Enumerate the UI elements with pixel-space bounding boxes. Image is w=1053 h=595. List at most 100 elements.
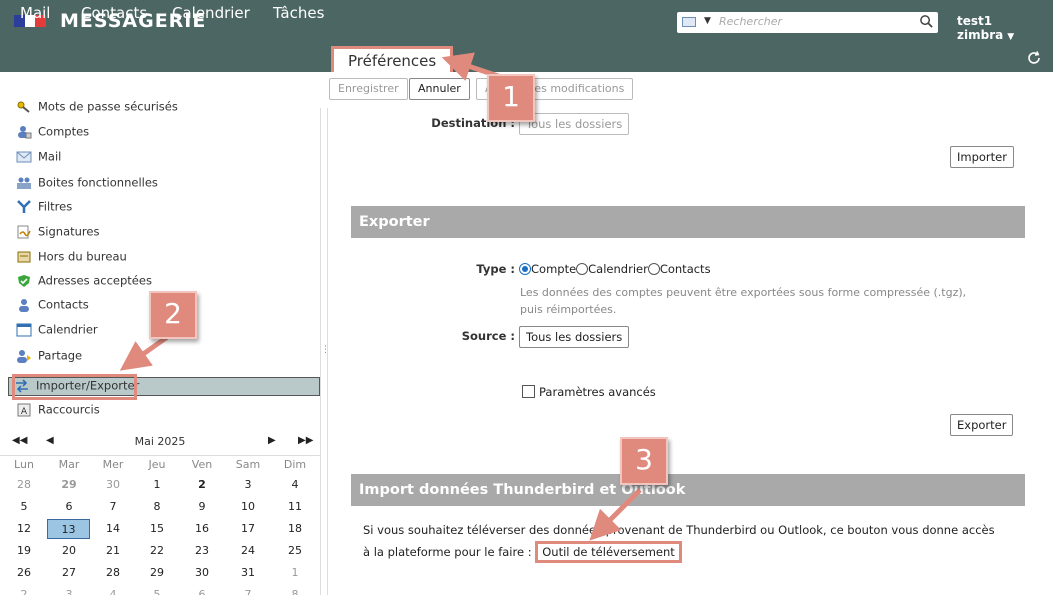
cancel-button[interactable]: Annuler <box>409 78 470 100</box>
pref-item-mail[interactable]: Mail <box>16 149 61 167</box>
tab-contacts[interactable]: Contacts <box>81 4 147 22</box>
advanced-settings-label[interactable]: Paramètres avancés <box>539 385 656 399</box>
calendar-day[interactable]: 13 <box>47 519 90 539</box>
pref-item-raccourcis[interactable]: A Raccourcis <box>16 402 100 420</box>
calendar-day[interactable]: 15 <box>135 519 179 539</box>
destination-folder-button[interactable]: Tous les dossiers <box>519 113 630 135</box>
weekday-header: Mar <box>58 458 80 471</box>
shield-check-icon <box>18 274 30 287</box>
calendar-day[interactable]: 11 <box>273 497 317 517</box>
radio-contacts-label[interactable]: Contacts <box>660 262 711 276</box>
calendar-day[interactable]: 31 <box>226 563 270 583</box>
calendar-day[interactable]: 5 <box>2 497 46 517</box>
tab-calendrier[interactable]: Calendrier <box>172 4 250 22</box>
calendar-day[interactable]: 8 <box>135 497 179 517</box>
import-button[interactable]: Importer <box>950 146 1014 168</box>
calendar-day[interactable]: 6 <box>180 585 224 595</box>
calendar-day[interactable]: 28 <box>2 475 46 495</box>
weekday-header: Lun <box>14 458 34 471</box>
calendar-day[interactable]: 16 <box>180 519 224 539</box>
export-button[interactable]: Exporter <box>950 414 1014 436</box>
search-box[interactable]: ▼ Rechercher <box>677 12 938 33</box>
calendar-day[interactable]: 10 <box>226 497 270 517</box>
user-menu[interactable]: test1 zimbra ▼ <box>957 14 1053 42</box>
pref-item-partage[interactable]: Partage <box>16 348 82 366</box>
pref-item-hors-bureau[interactable]: Hors du bureau <box>16 249 127 267</box>
calendar-day[interactable]: 4 <box>91 585 135 595</box>
pref-item-adresses[interactable]: Adresses acceptées <box>16 273 152 291</box>
thunderbird-section-header: Import données Thunderbird et Outlook <box>351 474 1025 506</box>
radio-calendrier-label[interactable]: Calendrier <box>588 262 648 276</box>
calendar-day[interactable]: 19 <box>2 541 46 561</box>
radio-compte-label[interactable]: Compte <box>531 262 576 276</box>
calendar-day[interactable]: 21 <box>91 541 135 561</box>
calendar-day[interactable]: 8 <box>273 585 317 595</box>
calendar-day[interactable]: 1 <box>135 475 179 495</box>
source-folder-button[interactable]: Tous les dossiers <box>519 326 630 348</box>
pref-item-passwords[interactable]: Mots de passe sécurisés <box>16 99 178 117</box>
tab-taches[interactable]: Tâches <box>273 4 324 22</box>
weekday-header: Ven <box>191 458 213 471</box>
calendar-day[interactable]: 17 <box>226 519 270 539</box>
calendar-day[interactable]: 9 <box>180 497 224 517</box>
upload-tool-button[interactable]: Outil de téléversement <box>535 541 682 563</box>
search-input[interactable]: Rechercher <box>719 15 782 28</box>
calendar-day[interactable]: 23 <box>180 541 224 561</box>
calendar-day[interactable]: 27 <box>47 563 91 583</box>
calendar-day[interactable]: 2 <box>2 585 46 595</box>
calendar-day[interactable]: 12 <box>2 519 46 539</box>
calendar-day[interactable]: 7 <box>226 585 270 595</box>
import-export-icon <box>16 378 28 393</box>
calendar-day[interactable]: 30 <box>180 563 224 583</box>
callout-1: 1 <box>487 74 535 122</box>
next-year-icon[interactable]: ▶▶ <box>298 435 313 446</box>
pref-item-boites[interactable]: Boites fonctionnelles <box>16 175 158 193</box>
calendar-day[interactable]: 1 <box>273 563 317 583</box>
pref-item-comptes[interactable]: Comptes <box>16 124 89 142</box>
calendar-day[interactable]: 3 <box>226 475 270 495</box>
chevron-down-icon: ▼ <box>1007 32 1015 42</box>
pref-item-calendrier[interactable]: Calendrier <box>16 322 98 340</box>
calendar-day[interactable]: 2 <box>180 475 224 495</box>
calendar-day[interactable]: 30 <box>91 475 135 495</box>
pref-item-signatures[interactable]: Signatures <box>16 224 99 242</box>
advanced-settings-checkbox[interactable] <box>522 385 535 398</box>
search-icon[interactable] <box>919 14 934 29</box>
calendar-day[interactable]: 5 <box>135 585 179 595</box>
calendar-day[interactable]: 20 <box>47 541 91 561</box>
save-button[interactable]: Enregistrer <box>329 78 408 100</box>
mail-icon[interactable] <box>682 17 696 27</box>
calendar-day[interactable]: 26 <box>2 563 46 583</box>
radio-compte[interactable] <box>519 262 531 275</box>
radio-calendrier[interactable] <box>576 262 589 275</box>
weekday-header: Mer <box>102 458 124 471</box>
svg-text:A: A <box>21 407 28 417</box>
pref-item-filtres[interactable]: Filtres <box>16 199 72 217</box>
calendar-day[interactable]: 18 <box>273 519 317 539</box>
radio-contacts[interactable] <box>647 262 660 275</box>
calendar-day[interactable]: 14 <box>91 519 135 539</box>
tab-mail[interactable]: Mail <box>20 4 50 22</box>
weekday-header: Jeu <box>148 458 166 471</box>
calendar-day[interactable]: 28 <box>91 563 135 583</box>
refresh-icon[interactable] <box>1026 50 1042 66</box>
shared-mailbox-icon <box>17 177 31 189</box>
calendar-day[interactable]: 3 <box>47 585 91 595</box>
tab-preferences[interactable]: Préférences <box>331 46 454 72</box>
calendar-day[interactable]: 22 <box>135 541 179 561</box>
calendar-day[interactable]: 29 <box>135 563 179 583</box>
calendar-day[interactable]: 4 <box>273 475 317 495</box>
next-month-icon[interactable]: ▶ <box>268 435 276 446</box>
pref-item-contacts[interactable]: Contacts <box>16 297 89 315</box>
resize-handle[interactable]: ⋮ <box>321 345 330 355</box>
share-icon <box>17 349 31 363</box>
calendar-day[interactable]: 6 <box>47 497 91 517</box>
calendar-day[interactable]: 29 <box>47 475 91 495</box>
calendar-day[interactable]: 25 <box>273 541 317 561</box>
user-name: test1 zimbra <box>957 14 1004 42</box>
chevron-down-icon[interactable]: ▼ <box>704 16 711 26</box>
export-help-text: Les données des comptes peuvent être exp… <box>520 286 967 316</box>
calendar-day[interactable]: 24 <box>226 541 270 561</box>
pref-item-importer-exporter[interactable]: Importer/Exporter <box>8 377 320 396</box>
calendar-day[interactable]: 7 <box>91 497 135 517</box>
